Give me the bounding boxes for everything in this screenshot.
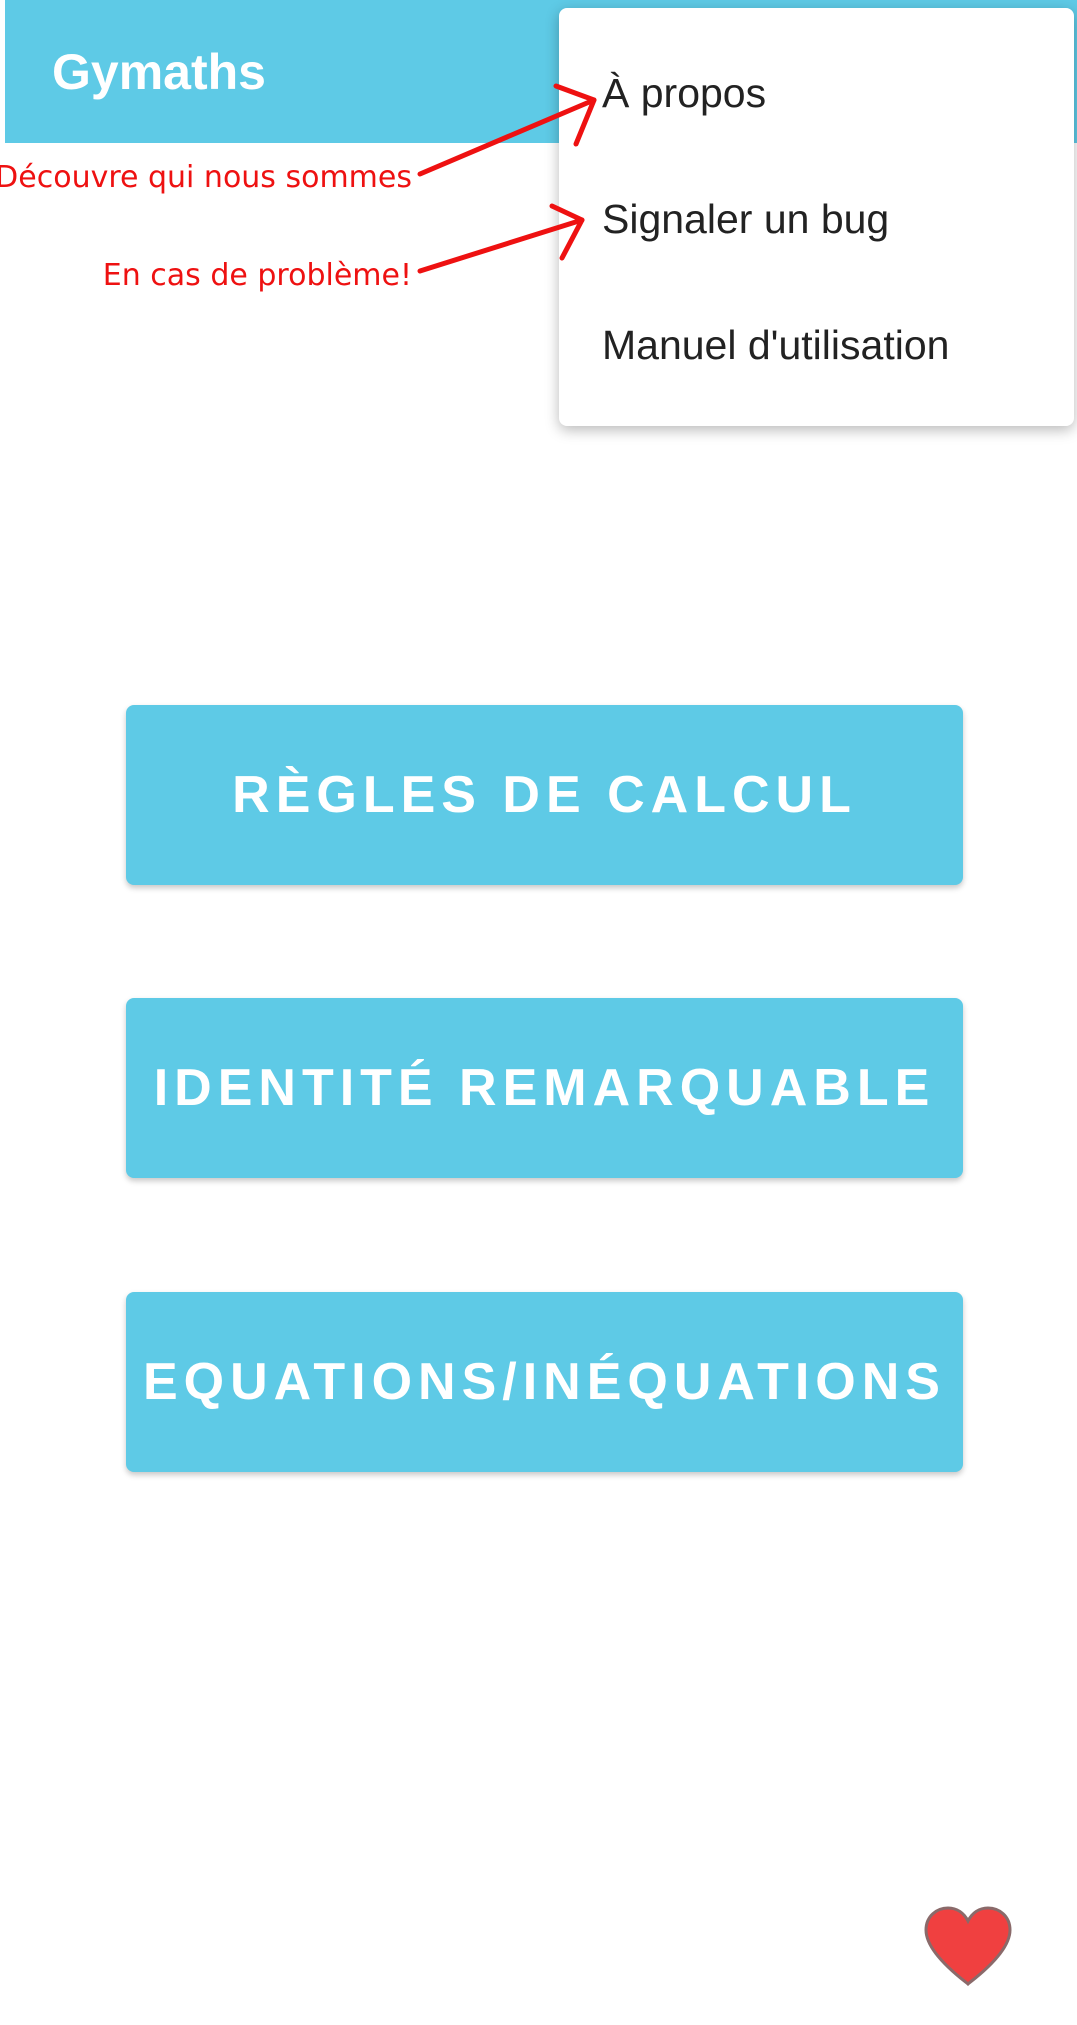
equations-inequations-button[interactable]: EQUATIONS/INÉQUATIONS: [126, 1292, 963, 1472]
annotation-arrow-report-bug: [417, 203, 585, 274]
heart-icon[interactable]: [922, 1904, 1014, 1988]
app-title: Gymaths: [52, 44, 266, 100]
remarkable-identity-button[interactable]: IDENTITÉ REMARQUABLE: [126, 998, 963, 1178]
menu-item-about[interactable]: À propos: [602, 68, 766, 118]
menu-item-user-manual[interactable]: Manuel d'utilisation: [602, 320, 949, 370]
annotation-report-bug: En cas de problème!: [102, 258, 412, 293]
rules-of-calculation-button[interactable]: RÈGLES DE CALCUL: [126, 705, 963, 885]
overflow-menu: À propos Signaler un bug Manuel d'utilis…: [559, 8, 1074, 426]
menu-item-report-bug[interactable]: Signaler un bug: [602, 194, 889, 244]
annotation-about: Découvre qui nous sommes: [0, 160, 412, 195]
